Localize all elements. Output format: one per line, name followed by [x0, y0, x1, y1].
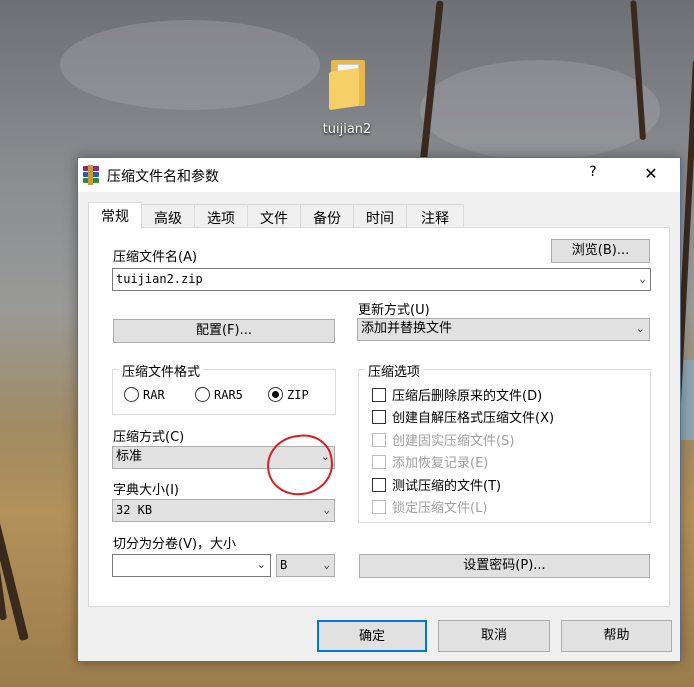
chevron-down-icon[interactable]: ⌄ — [257, 555, 266, 575]
tab-backup[interactable]: 备份 — [300, 204, 354, 228]
split-volume-combo[interactable]: ⌄ — [112, 554, 271, 577]
tab-comment[interactable]: 注释 — [406, 204, 464, 228]
recovery-record-label: 添加恢复记录(E) — [392, 456, 489, 471]
recovery-record-checkbox: 添加恢复记录(E) — [372, 452, 488, 471]
archive-format-title: 压缩文件格式 — [119, 361, 204, 380]
archive-options-title: 压缩选项 — [365, 361, 424, 380]
format-rar5-label: RAR5 — [214, 387, 243, 402]
archive-format-group: 压缩文件格式 RAR RAR5 ZIP — [112, 361, 336, 415]
tab-time[interactable]: 时间 — [353, 204, 407, 228]
title-bar[interactable]: 压缩文件名和参数 ? ✕ — [78, 158, 680, 192]
chevron-down-icon[interactable]: ⌄ — [323, 500, 330, 520]
tab-general[interactable]: 常规 — [88, 202, 142, 229]
desktop-folder-icon[interactable]: tuijian2 — [312, 56, 382, 137]
checkbox-icon — [372, 454, 386, 469]
archive-options-group: 压缩选项 压缩后删除原来的文件(D) 创建自解压格式压缩文件(X) 创建固实压缩… — [358, 361, 651, 523]
profiles-button[interactable]: 配置(F)... — [113, 319, 335, 343]
delete-after-checkbox[interactable]: 压缩后删除原来的文件(D) — [372, 385, 542, 404]
checkbox-icon[interactable] — [372, 409, 386, 424]
format-rar-radio[interactable]: RAR — [124, 387, 165, 402]
radio-selected-icon[interactable] — [268, 387, 283, 402]
radio-icon[interactable] — [195, 387, 210, 402]
set-password-button[interactable]: 设置密码(P)... — [359, 554, 650, 578]
browse-button[interactable]: 浏览(B)... — [551, 239, 650, 263]
archive-name-combo[interactable]: tuijian2.zip ⌄ — [112, 268, 651, 291]
checkbox-icon — [372, 499, 386, 514]
solid-checkbox: 创建固实压缩文件(S) — [372, 430, 514, 449]
chevron-down-icon[interactable]: ⌄ — [639, 269, 646, 289]
update-mode-value: 添加并替换文件 — [361, 321, 453, 336]
format-zip-label: ZIP — [287, 387, 309, 402]
update-mode-select[interactable]: 添加并替换文件 ⌄ — [357, 318, 650, 341]
radio-icon[interactable] — [124, 387, 139, 402]
lock-archive-label: 锁定压缩文件(L) — [392, 501, 488, 516]
folder-icon — [327, 56, 367, 111]
update-mode-label: 更新方式(U) — [358, 303, 430, 318]
format-rar-label: RAR — [143, 387, 165, 402]
cloud — [420, 60, 660, 160]
tab-options[interactable]: 选项 — [194, 204, 248, 228]
tab-files[interactable]: 文件 — [247, 204, 301, 228]
checkbox-icon[interactable] — [372, 477, 386, 492]
test-files-checkbox[interactable]: 测试压缩的文件(T) — [372, 475, 501, 494]
tree-trunk — [0, 134, 29, 642]
format-zip-radio[interactable]: ZIP — [268, 387, 309, 402]
checkbox-icon[interactable] — [372, 387, 386, 402]
cloud — [60, 20, 320, 110]
format-rar5-radio[interactable]: RAR5 — [195, 387, 243, 402]
method-label: 压缩方式(C) — [113, 430, 185, 445]
test-files-label: 测试压缩的文件(T) — [392, 479, 502, 494]
dict-size-value: 32 KB — [116, 503, 153, 517]
help-button[interactable]: 帮助 — [561, 620, 672, 652]
archive-name-label: 压缩文件名(A) — [113, 250, 198, 265]
cancel-button[interactable]: 取消 — [438, 620, 550, 652]
split-volume-label: 切分为分卷(V)，大小 — [113, 537, 237, 552]
sfx-checkbox[interactable]: 创建自解压格式压缩文件(X) — [372, 407, 554, 426]
help-icon[interactable]: ? — [583, 164, 603, 186]
general-tab-panel: 压缩文件名(A) 浏览(B)... tuijian2.zip ⌄ 更新方式(U)… — [88, 227, 670, 607]
dict-size-label: 字典大小(I) — [113, 483, 179, 498]
split-unit-value: B — [280, 558, 288, 572]
lock-archive-checkbox: 锁定压缩文件(L) — [372, 497, 487, 516]
desktop-icon-label: tuijian2 — [322, 122, 372, 137]
tab-advanced[interactable]: 高级 — [141, 204, 195, 228]
winrar-icon — [82, 165, 100, 185]
archive-dialog: 压缩文件名和参数 ? ✕ 常规 高级 选项 文件 备份 时间 注释 压缩文件名(… — [77, 157, 681, 662]
dict-size-select[interactable]: 32 KB ⌄ — [112, 499, 335, 522]
chevron-down-icon[interactable]: ⌄ — [323, 555, 330, 575]
red-annotation-circle — [263, 430, 337, 500]
sfx-label: 创建自解压格式压缩文件(X) — [392, 411, 555, 426]
delete-after-label: 压缩后删除原来的文件(D) — [392, 389, 543, 404]
close-icon[interactable]: ✕ — [638, 164, 664, 186]
archive-name-value: tuijian2.zip — [116, 272, 203, 286]
checkbox-icon — [372, 432, 386, 447]
chevron-down-icon[interactable]: ⌄ — [636, 319, 645, 339]
split-unit-select[interactable]: B ⌄ — [276, 554, 335, 577]
solid-label: 创建固实压缩文件(S) — [392, 434, 515, 449]
ok-button[interactable]: 确定 — [317, 620, 427, 652]
dialog-title: 压缩文件名和参数 — [107, 169, 219, 185]
method-value: 标准 — [116, 449, 143, 464]
